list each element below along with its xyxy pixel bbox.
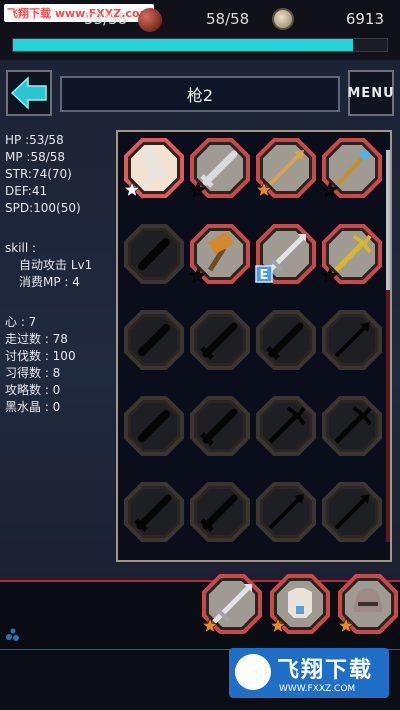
- weapon-grid: E: [116, 130, 392, 562]
- sword-icon: [189, 138, 250, 198]
- watermark: 飞翔下载 www.FXXZ.com: [4, 4, 154, 22]
- weapon-slot[interactable]: [320, 308, 384, 372]
- mp-value: 58/58: [206, 10, 250, 28]
- spear-icon: [322, 310, 382, 370]
- lance-icon: E: [255, 224, 316, 284]
- stat-spd: SPD:100(50): [5, 201, 81, 215]
- weapon-slot[interactable]: [320, 136, 384, 200]
- white-spear-icon: [123, 138, 184, 198]
- armor-icon: [269, 574, 330, 634]
- stat-mp: MP :58/58: [5, 150, 66, 164]
- weapon-slot[interactable]: [188, 394, 252, 458]
- character-stats: HP :53/58 MP :58/58 STR:74(70) DEF:41 SP…: [5, 132, 92, 416]
- back-arrow-icon: [10, 76, 47, 110]
- status-bar: 飞翔下载 www.FXXZ.com 53/58 58/58 6913: [0, 0, 400, 60]
- skill-title: skill :: [5, 241, 37, 255]
- weapon-slot[interactable]: [122, 136, 186, 200]
- dagger-icon: [124, 310, 184, 370]
- skill-cost: 消费MP : 4: [19, 275, 80, 289]
- weapon-slot[interactable]: [254, 136, 318, 200]
- sword-icon: [124, 482, 184, 542]
- paw-icon: [6, 628, 19, 641]
- weapon-slot[interactable]: [122, 308, 186, 372]
- weapon-slot[interactable]: [320, 480, 384, 544]
- svg-text:E: E: [260, 268, 269, 283]
- weapon-slot[interactable]: E: [254, 222, 318, 286]
- weapon-slot[interactable]: [188, 480, 252, 544]
- sword-icon: [190, 310, 250, 370]
- stat-strategies: 攻略数 : 0: [5, 383, 61, 397]
- page-title: 枪2: [60, 76, 340, 112]
- weapon-slot[interactable]: [122, 480, 186, 544]
- sword-icon: [190, 396, 250, 456]
- spear-icon: [322, 482, 382, 542]
- weapon-slot[interactable]: [320, 222, 384, 286]
- skill-name: 自动攻击 Lv1: [19, 258, 93, 272]
- equipped-slot[interactable]: [268, 572, 332, 636]
- stat-str: STR:74(70): [5, 167, 72, 181]
- lance-icon: [201, 574, 262, 634]
- weapon-slot[interactable]: [188, 136, 252, 200]
- money-value: 6913: [345, 10, 384, 28]
- logo-emblem-icon: [235, 654, 271, 690]
- hp-value: 53/58: [84, 10, 128, 28]
- weapon-slot[interactable]: [122, 222, 186, 286]
- dagger-icon: [124, 396, 184, 456]
- weapon-slot[interactable]: [320, 394, 384, 458]
- stat-kills: 讨伐数 : 100: [5, 349, 76, 363]
- back-button[interactable]: [6, 70, 52, 116]
- sword-icon: [190, 482, 250, 542]
- stat-steps: 走过数 : 78: [5, 332, 68, 346]
- site-logo: 飞翔下载 WWW.FXXZ.COM: [229, 648, 389, 698]
- scrollbar[interactable]: [386, 150, 390, 542]
- weapon-slot[interactable]: [254, 394, 318, 458]
- spear-icon: [256, 482, 316, 542]
- hp-bar-fill: [13, 39, 354, 51]
- sword-icon: [256, 310, 316, 370]
- menu-button[interactable]: MENU: [347, 70, 394, 116]
- coin-icon: [272, 8, 294, 30]
- stat-hp: HP :53/58: [5, 133, 64, 147]
- hammer-icon: [189, 224, 250, 284]
- hp-bar: [12, 38, 388, 52]
- trident-icon: [321, 224, 382, 284]
- stat-learned: 习得数 : 8: [5, 366, 61, 380]
- staff-icon: [321, 138, 382, 198]
- helmet-icon: [337, 574, 398, 634]
- weapon-slot[interactable]: [254, 308, 318, 372]
- weapon-slot[interactable]: [188, 222, 252, 286]
- equipped-slot[interactable]: [200, 572, 264, 636]
- trident-icon: [322, 396, 382, 456]
- equipped-slot[interactable]: [336, 572, 400, 636]
- spear-icon: [255, 138, 316, 198]
- hp-orb-icon: [138, 8, 162, 32]
- dagger-icon: [124, 224, 184, 284]
- scrollbar-thumb[interactable]: [386, 150, 390, 290]
- stat-crystals: 黑水晶 : 0: [5, 400, 61, 414]
- weapon-slot[interactable]: [122, 394, 186, 458]
- weapon-slot[interactable]: [254, 480, 318, 544]
- stat-heart: 心 : 7: [5, 315, 37, 329]
- trident-icon: [256, 396, 316, 456]
- stat-def: DEF:41: [5, 184, 48, 198]
- weapon-slot[interactable]: [188, 308, 252, 372]
